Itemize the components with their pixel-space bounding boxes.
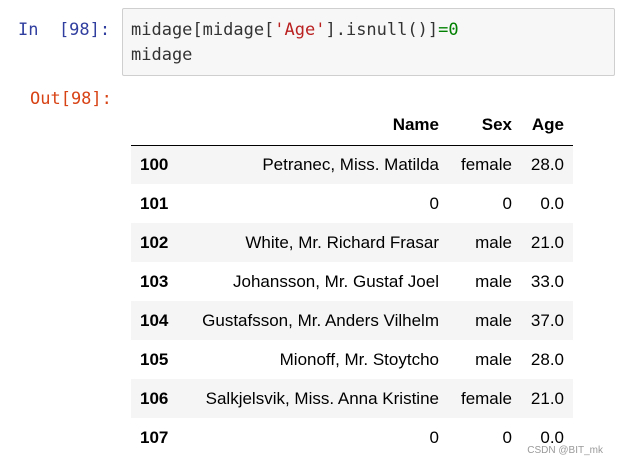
cell-age: 0.0 xyxy=(540,193,564,213)
code-number-token: 0 xyxy=(448,20,459,40)
row-index: 104 xyxy=(140,310,169,330)
table-row: 104 Gustafsson, Mr. Anders Vilhelm male … xyxy=(131,301,573,340)
code-line-2[interactable]: midage xyxy=(131,45,192,65)
table-row: 101 0 0 0.0 xyxy=(131,184,573,223)
table-header-row: Name Sex Age xyxy=(131,106,573,146)
output-prompt: Out[98]: xyxy=(30,89,112,109)
code-token: midage[midage[ xyxy=(131,20,275,40)
cell-age: 21.0 xyxy=(530,232,564,252)
cell-name: Petranec, Miss. Matilda xyxy=(262,154,439,174)
input-prompt: In [98]: xyxy=(18,20,111,40)
cell-age: 28.0 xyxy=(530,154,564,174)
row-index: 101 xyxy=(140,193,169,213)
cell-sex: male xyxy=(475,271,512,291)
cell-name: 0 xyxy=(429,427,439,447)
cell-sex: 0 xyxy=(502,193,512,213)
watermark: CSDN @BIT_mk xyxy=(527,445,603,456)
code-line-1[interactable]: midage[midage['Age'].isnull()]=0 xyxy=(131,20,459,40)
table-row: 100 Petranec, Miss. Matilda female 28.0 xyxy=(131,145,573,184)
row-index: 100 xyxy=(140,154,169,174)
cell-sex: 0 xyxy=(502,427,512,447)
code-string-token: 'Age' xyxy=(274,20,326,40)
table-row: 102 White, Mr. Richard Frasar male 21.0 xyxy=(131,223,573,262)
row-index: 105 xyxy=(140,349,169,369)
cell-age: 21.0 xyxy=(530,388,564,408)
column-header-age: Age xyxy=(512,106,573,146)
cell-age: 28.0 xyxy=(530,349,564,369)
cell-name: Gustafsson, Mr. Anders Vilhelm xyxy=(202,310,439,330)
cell-name: Salkjelsvik, Miss. Anna Kristine xyxy=(205,388,439,408)
code-operator-token: = xyxy=(438,20,449,40)
cell-name: Mionoff, Mr. Stoytcho xyxy=(279,349,439,369)
cell-sex: male xyxy=(475,232,512,252)
cell-sex: male xyxy=(475,349,512,369)
cell-age: 33.0 xyxy=(530,271,564,291)
row-index: 102 xyxy=(140,232,169,252)
cell-sex: male xyxy=(475,310,512,330)
column-header-index xyxy=(131,106,183,146)
cell-name: Johansson, Mr. Gustaf Joel xyxy=(233,271,439,291)
table-row: 105 Mionoff, Mr. Stoytcho male 28.0 xyxy=(131,340,573,379)
table-row: 103 Johansson, Mr. Gustaf Joel male 33.0 xyxy=(131,262,573,301)
table-row: 106 Salkjelsvik, Miss. Anna Kristine fem… xyxy=(131,379,573,418)
cell-name: White, Mr. Richard Frasar xyxy=(245,232,439,252)
row-index: 103 xyxy=(140,271,169,291)
dataframe-table: Name Sex Age 100 Petranec, Miss. Matilda… xyxy=(131,106,573,457)
row-index: 106 xyxy=(140,388,169,408)
table-row: 107 0 0 0.0 xyxy=(131,418,573,457)
column-header-name: Name xyxy=(183,106,439,146)
cell-age: 37.0 xyxy=(530,310,564,330)
cell-sex: female xyxy=(460,388,512,408)
code-token: ].isnull()] xyxy=(325,20,439,40)
row-index: 107 xyxy=(140,427,169,447)
column-header-sex: Sex xyxy=(439,106,512,146)
cell-sex: female xyxy=(460,154,512,174)
code-cell-editor[interactable]: midage[midage['Age'].isnull()]=0 midage xyxy=(122,8,615,76)
cell-name: 0 xyxy=(429,193,439,213)
